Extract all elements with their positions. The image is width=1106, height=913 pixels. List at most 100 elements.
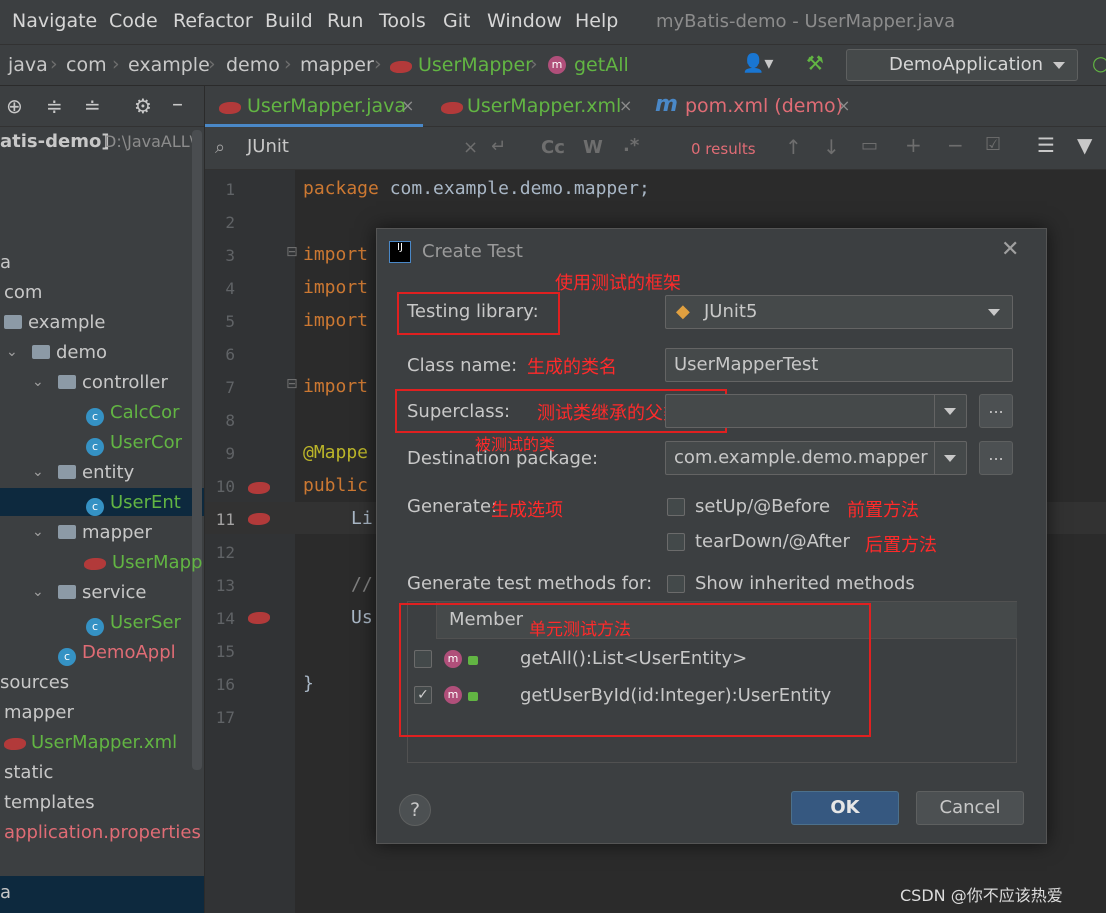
fold-icon[interactable]: ⊟ [286,244,298,260]
fold-icon[interactable]: ⊟ [286,376,298,392]
close-icon[interactable]: × [837,96,850,115]
mybatis-gutter-icon[interactable] [248,612,270,624]
setup-checkbox[interactable] [667,498,685,516]
teardown-label[interactable]: tearDown/@After [695,531,850,552]
toggle-occurrence-icon[interactable]: ☑ [985,134,1001,155]
tree-item-calccontroller[interactable]: c CalcCor [86,402,179,426]
menu-code[interactable]: Code [109,10,158,32]
menu-refactor[interactable]: Refactor [173,10,253,32]
destination-package-combobox[interactable]: com.example.demo.mapper [665,441,967,475]
next-occurrence-icon[interactable]: ↓ [823,135,840,159]
tree-item-resources[interactable]: sources [0,672,69,693]
tree-item-static[interactable]: static [4,762,53,783]
remove-occurrence-icon[interactable]: − [947,133,964,157]
expand-all-icon[interactable]: ≑ [46,94,63,118]
ok-button[interactable]: OK [791,791,899,825]
line-number: 4 [225,279,235,298]
mybatis-gutter-icon[interactable] [248,482,270,494]
help-button[interactable]: ? [399,794,431,826]
menu-git[interactable]: Git [443,10,470,32]
superclass-combobox[interactable] [665,394,967,428]
regex-toggle[interactable]: .* [623,135,639,156]
line-number: 1 [225,180,235,199]
gear-icon[interactable]: ⚙ [134,94,152,118]
breadcrumb-example[interactable]: example [128,54,210,76]
minimize-icon[interactable]: – [172,92,183,117]
chevron-down-icon[interactable]: ⌄ [32,524,44,540]
add-occurrence-icon[interactable]: + [905,133,922,157]
show-inherited-checkbox[interactable] [667,575,685,593]
previous-occurrence-icon[interactable]: ↑ [785,135,802,159]
cancel-button[interactable]: Cancel [916,791,1024,825]
tree-item-service[interactable]: service [58,582,146,603]
project-scrollbar[interactable] [192,130,202,770]
tab-usermapper-xml[interactable]: UserMapper.xml [467,95,621,117]
tree-item-example[interactable]: example [4,312,105,333]
menu-run[interactable]: Run [327,10,363,32]
menu-window[interactable]: Window [487,10,562,32]
class-name-input[interactable]: UserMapperTest [665,348,1013,382]
clear-search-icon[interactable]: × [463,137,478,158]
mybatis-gutter-icon[interactable] [248,513,270,525]
tree-item-java-bottom[interactable]: a [0,882,11,903]
tab-usermapper-java[interactable]: UserMapper.java [247,95,406,117]
teardown-checkbox[interactable] [667,533,685,551]
filter-icon[interactable]: ▼ [1077,133,1092,157]
filter-options-icon[interactable]: ☰ [1037,133,1055,157]
search-input[interactable]: JUnit [247,136,289,157]
chevron-down-icon[interactable]: ⌄ [32,374,44,390]
menu-help[interactable]: Help [575,10,618,32]
menu-navigate[interactable]: Navigate [12,10,97,32]
run-configuration-select[interactable]: DemoApplication [846,49,1078,81]
menu-build[interactable]: Build [265,10,313,32]
build-hammer-icon[interactable]: ⚒ [806,51,824,75]
chevron-down-icon[interactable]: ⌄ [32,584,44,600]
breadcrumb-getall[interactable]: getAll [574,54,629,76]
chevron-down-icon[interactable]: ⌄ [32,464,44,480]
project-root-label[interactable]: atis-demo] [0,131,110,152]
collapse-all-icon[interactable]: ≐ [84,94,101,118]
match-case-toggle[interactable]: Cc [541,137,565,158]
breadcrumb-demo[interactable]: demo [226,54,280,76]
whole-word-toggle[interactable]: W [583,137,603,158]
select-all-occurrences-icon[interactable]: ▭ [861,135,878,156]
tab-pom-xml[interactable]: pom.xml (demo) [685,95,843,117]
close-icon[interactable]: ✕ [1001,237,1019,262]
tree-item-application-properties[interactable]: application.properties [4,822,201,843]
setup-label[interactable]: setUp/@Before [695,496,830,517]
tree-item-mapper[interactable]: mapper [58,522,152,543]
run-icon[interactable]: ○ [1092,51,1106,75]
close-icon[interactable]: × [619,96,632,115]
tree-item-demo[interactable]: demo [32,342,107,363]
show-inherited-label[interactable]: Show inherited methods [695,573,915,594]
superclass-browse-button[interactable]: ... [979,394,1013,428]
tree-item-usermapper-xml[interactable]: UserMapper.xml [31,732,177,753]
chevron-down-icon[interactable]: ⌄ [6,344,18,360]
breadcrumb-com[interactable]: com [66,54,107,76]
tree-item-java[interactable]: a [0,252,11,273]
new-line-icon[interactable]: ↵ [491,136,506,157]
user-icon[interactable]: 👤▾ [742,53,773,74]
spring-class-icon: c [58,648,76,666]
menu-tools[interactable]: Tools [379,10,426,32]
tree-item-usermapper[interactable]: UserMapp [112,552,202,573]
destination-browse-button[interactable]: ... [979,441,1013,475]
tree-item-entity[interactable]: entity [58,462,134,483]
tree-item-mapper-folder[interactable]: mapper [4,702,74,723]
search-icon[interactable]: ⌕ [215,137,225,158]
tree-item-usercontroller[interactable]: c UserCor [86,432,182,456]
code-text: com.example.demo.mapper; [378,178,650,199]
locate-icon[interactable]: ⊕ [6,94,23,118]
breadcrumb-java[interactable]: java [8,54,48,76]
tree-item-com[interactable]: com [4,282,42,303]
tree-item-demoapplication[interactable]: c DemoAppl [58,642,176,666]
testing-library-select[interactable]: ◆ JUnit5 [665,295,1013,329]
breadcrumb-usermapper[interactable]: UserMapper [418,54,533,76]
tree-item-controller[interactable]: controller [58,372,168,393]
tree-item-userentity[interactable]: c UserEnt [86,492,181,516]
watermark: CSDN @你不应该热爱 [900,886,1063,905]
close-icon[interactable]: × [401,96,414,115]
tree-item-userservice[interactable]: c UserSer [86,612,181,636]
tree-item-templates[interactable]: templates [4,792,95,813]
breadcrumb-mapper[interactable]: mapper [300,54,374,76]
